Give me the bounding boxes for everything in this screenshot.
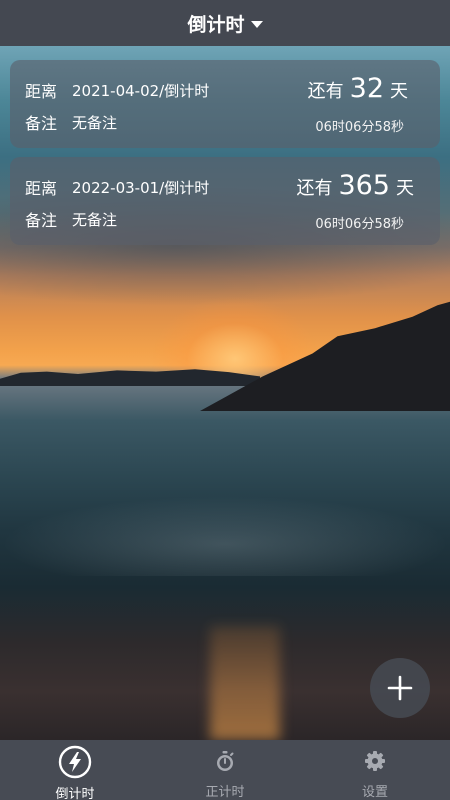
countdown-card[interactable]: 距离 2022-03-01/倒计时 备注 无备注 还有 365 天 06时06分… xyxy=(10,157,440,245)
tab-countup[interactable]: 正计时 xyxy=(150,740,300,800)
target-row: 距离 2022-03-01/倒计时 xyxy=(25,175,209,199)
note-row: 备注 无备注 xyxy=(25,207,117,231)
countdown-card[interactable]: 距离 2021-04-02/倒计时 备注 无备注 还有 32 天 06时06分5… xyxy=(10,60,440,148)
days-unit: 天 xyxy=(390,81,408,102)
note-row: 备注 无备注 xyxy=(25,110,117,134)
remaining-prefix: 还有 xyxy=(307,81,344,102)
target-value: 2021-04-02/倒计时 xyxy=(72,81,210,100)
remaining-time: 06时06分58秒 xyxy=(315,217,404,232)
lightning-icon xyxy=(58,745,92,779)
caret-down-icon xyxy=(250,21,263,28)
days-unit: 天 xyxy=(396,178,414,199)
note-value: 无备注 xyxy=(72,210,118,229)
tab-countup-label: 正计时 xyxy=(205,785,245,800)
tab-countdown-label: 倒计时 xyxy=(55,787,95,800)
top-bar: 倒计时 xyxy=(0,0,450,46)
days-count: 365 xyxy=(338,170,390,201)
remaining-days: 还有 32 天 xyxy=(308,72,408,106)
remaining-days: 还有 365 天 xyxy=(296,169,414,203)
remaining-prefix: 还有 xyxy=(296,178,333,199)
note-label: 备注 xyxy=(25,114,58,133)
stopwatch-icon xyxy=(208,745,242,777)
target-label: 距离 xyxy=(25,179,58,198)
target-label: 距离 xyxy=(25,82,58,101)
title-dropdown[interactable]: 倒计时 xyxy=(187,10,263,37)
target-row: 距离 2021-04-02/倒计时 xyxy=(25,78,209,102)
note-label: 备注 xyxy=(25,211,58,230)
plus-icon xyxy=(387,675,413,701)
tab-settings[interactable]: 设置 xyxy=(300,740,450,800)
wave-foam xyxy=(0,496,450,576)
tab-countdown[interactable]: 倒计时 xyxy=(0,740,150,800)
page-title: 倒计时 xyxy=(187,13,245,36)
target-value: 2022-03-01/倒计时 xyxy=(72,178,210,197)
background-photo xyxy=(0,46,450,740)
days-count: 32 xyxy=(349,73,384,104)
tab-settings-label: 设置 xyxy=(361,785,388,800)
sun-reflection xyxy=(210,626,280,740)
gear-icon xyxy=(358,745,392,777)
note-value: 无备注 xyxy=(72,113,118,132)
remaining-time: 06时06分58秒 xyxy=(315,120,404,135)
bottom-tab-bar: 倒计时 正计时 设置 xyxy=(0,740,450,800)
add-countdown-button[interactable] xyxy=(370,658,430,718)
